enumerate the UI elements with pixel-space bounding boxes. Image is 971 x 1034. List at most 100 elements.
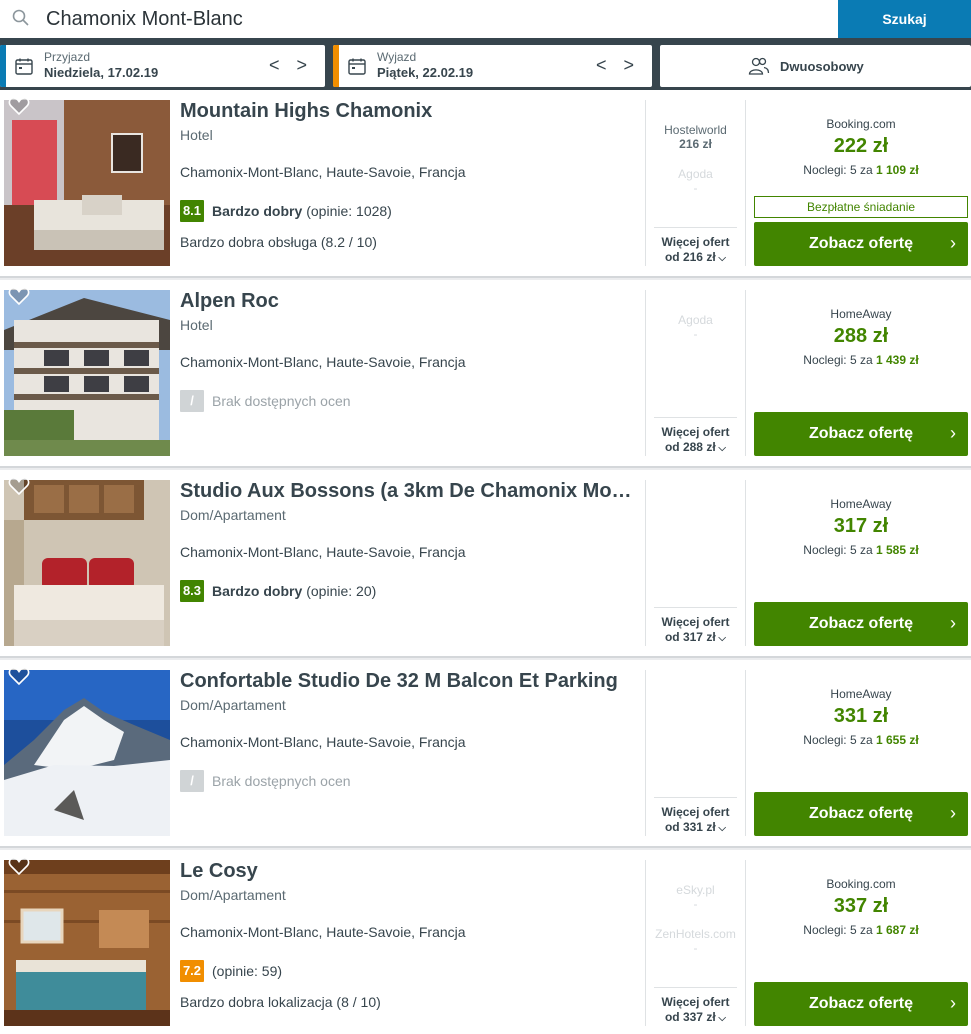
deal-provider: HomeAway [830,687,892,701]
rating-score-badge: / [180,390,204,412]
hotel-room-photo-image [4,100,170,266]
best-deal: HomeAway 331 zł Noclegi: 5 za 1 655 zł Zoba… [754,670,968,836]
rating-label: Bardzo dobry [212,203,303,219]
view-deal-label: Zobacz ofertę [808,235,913,252]
hotel-name[interactable]: Studio Aux Bossons (a 3km De Chamonix Mo… [180,480,635,503]
bedroom-photo-image [4,480,170,646]
alt-offer-price: - [693,181,698,195]
rating-count: (opinie: 20) [306,583,377,599]
no-rating-label: Brak dostępnych ocen [212,393,351,409]
more-offers-price-value: od 216 zł [664,250,716,264]
review-highlight: Bardzo dobra lokalizacja (8 / 10) [180,994,381,1010]
more-offers-label: Więcej ofert [661,805,730,819]
nights-prefix: Noclegi: 5 za [803,163,873,177]
chevron-right-icon: › [950,423,956,443]
checkout-arrows[interactable]: < > [596,55,640,76]
guests-selector[interactable]: Dwuosobowy [660,45,971,87]
alt-offer[interactable]: ZenHotels.com - [654,927,737,955]
hotel-name[interactable]: Confortable Studio De 32 M Balcon Et Par… [180,670,635,693]
hotel-location: Chamonix-Mont-Blanc, Haute-Savoie, Franc… [180,734,466,750]
more-offers-link[interactable]: Więcej ofert od 317 zł ⌵ [654,607,737,646]
chevron-down-icon: ⌵ [715,823,727,834]
checkin-date-picker[interactable]: Przyjazd Niedziela, 17.02.19 < > [0,45,325,87]
more-offers-link[interactable]: Więcej ofert od 288 zł ⌵ [654,417,737,456]
hotel-exterior-photo-image [4,290,170,456]
more-offers-label: Więcej ofert [661,235,730,249]
more-offers-price-value: od 317 zł [664,630,716,644]
filter-bar: Przyjazd Niedziela, 17.02.19 < > Wyjazd … [0,38,971,90]
nights-total: Noclegi: 5 za 1 687 zł [754,923,968,937]
search-input[interactable] [46,4,826,34]
checkin-arrows[interactable]: < > [269,55,313,76]
hotel-location: Chamonix-Mont-Blanc, Haute-Savoie, Franc… [180,164,466,180]
rating-score-badge: 8.1 [180,200,204,222]
alt-offer-price: - [693,327,698,341]
mountain-photo[interactable] [4,670,170,836]
guests-label: Dwuosobowy [780,59,864,74]
review-highlight: Bardzo dobra obsługa (8.2 / 10) [180,234,377,250]
heart-icon[interactable] [8,96,30,116]
hotel-card[interactable]: Mountain Highs Chamonix Hotel Chamonix-Mon… [0,90,971,276]
divider [645,290,646,456]
alt-offer[interactable]: eSky.pl - [654,883,737,911]
hotel-name[interactable]: Mountain Highs Chamonix [180,100,635,123]
alt-offer-provider: ZenHotels.com [655,927,736,941]
view-deal-button[interactable]: Zobacz ofertę › [754,602,968,646]
property-type: Dom/Apartament [180,507,286,523]
hotel-room-photo[interactable] [4,100,170,266]
property-type: Dom/Apartament [180,887,286,903]
search-button[interactable]: Szukaj [838,0,971,38]
checkout-date-picker[interactable]: Wyjazd Piątek, 22.02.19 < > [333,45,652,87]
alt-offer-price: - [693,941,698,955]
rating-score-badge: / [180,770,204,792]
more-offers-link[interactable]: Więcej ofert od 216 zł ⌵ [654,227,737,266]
deal-provider: HomeAway [830,497,892,511]
more-offers-link[interactable]: Więcej ofert od 337 zł ⌵ [654,987,737,1026]
view-deal-button[interactable]: Zobacz ofertę › [754,222,968,266]
more-offers-link[interactable]: Więcej ofert od 331 zł ⌵ [654,797,737,836]
search-bar: Szukaj [0,0,971,38]
chevron-down-icon: ⌵ [715,1013,727,1024]
hotel-exterior-photo[interactable] [4,290,170,456]
alt-offer[interactable]: Hostelworld 216 zł [654,123,737,151]
heart-icon[interactable] [8,476,30,496]
divider [645,670,646,836]
more-offers-price: od 288 zł ⌵ [654,440,737,456]
bedroom-photo[interactable] [4,480,170,646]
calendar-icon [348,58,366,75]
view-deal-button[interactable]: Zobacz ofertę › [754,412,968,456]
heart-icon[interactable] [8,286,30,306]
nights-prefix: Noclegi: 5 za [803,733,873,747]
hotel-card[interactable]: Le Cosy Dom/Apartament Chamonix-Mont-Blanc… [0,850,971,1034]
checkout-label: Wyjazd [377,50,417,64]
alt-offer[interactable]: Agoda - [654,313,737,341]
hotel-card[interactable]: Confortable Studio De 32 M Balcon Et Par… [0,660,971,846]
property-type: Hotel [180,317,213,333]
calendar-icon [15,58,33,75]
deal-provider: HomeAway [830,307,892,321]
hotel-name[interactable]: Alpen Roc [180,290,635,313]
rating: / Brak dostępnych ocen [180,770,351,792]
hotel-name[interactable]: Le Cosy [180,860,635,883]
nights-total: Noclegi: 5 za 1 585 zł [754,543,968,557]
hotel-card[interactable]: Alpen Roc Hotel Chamonix-Mont-Blanc, Haute… [0,280,971,466]
divider [645,100,646,266]
divider [745,860,746,1026]
deal-provider: Booking.com [826,117,896,131]
nights-total: Noclegi: 5 za 1 109 zł [754,163,968,177]
nights-total-price: 1 687 zł [876,923,919,937]
hotel-card[interactable]: Studio Aux Bossons (a 3km De Chamonix Mo… [0,470,971,656]
hotel-location: Chamonix-Mont-Blanc, Haute-Savoie, Franc… [180,544,466,560]
deal-price: 337 zł [833,895,889,917]
view-deal-button[interactable]: Zobacz ofertę › [754,982,968,1026]
chevron-right-icon: › [950,803,956,823]
view-deal-button[interactable]: Zobacz ofertę › [754,792,968,836]
wooden-room-photo[interactable] [4,860,170,1026]
alt-offer[interactable]: Agoda - [654,167,737,195]
heart-icon[interactable] [8,856,30,876]
best-deal: HomeAway 288 zł Noclegi: 5 za 1 439 zł Zoba… [754,290,968,456]
view-deal-label: Zobacz ofertę [808,425,913,442]
heart-icon[interactable] [8,666,30,686]
people-icon [748,57,770,75]
divider [745,670,746,836]
